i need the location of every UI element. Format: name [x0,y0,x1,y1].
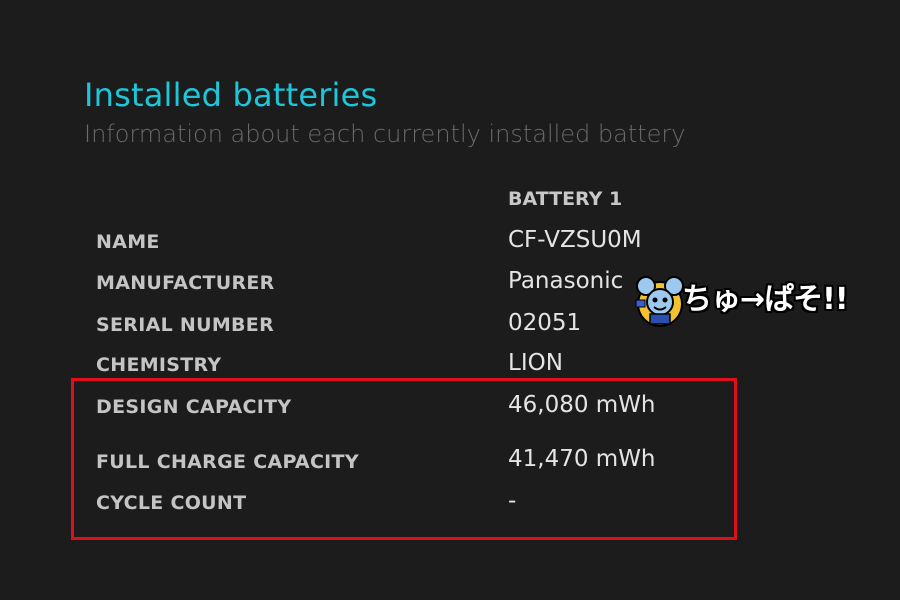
page-subtitle: Information about each currently install… [84,120,686,148]
row-label-chemistry: CHEMISTRY [96,354,222,376]
page-title: Installed batteries [84,76,378,114]
row-value-chemistry: LION [508,350,563,376]
sticker-text: ちゅ→ぱそ!! [682,282,848,317]
row-label-manufacturer: MANUFACTURER [96,272,275,294]
row-value-manufacturer: Panasonic [508,268,624,294]
sticker-overlay: ちゅ→ぱそ!! [634,268,874,332]
mouse-mascot-icon [635,276,684,327]
row-label-name: NAME [96,231,160,253]
row-value-serial-number: 02051 [508,310,582,336]
row-value-name: CF-VZSU0M [508,227,642,253]
row-label-serial-number: SERIAL NUMBER [96,314,275,336]
highlight-box [71,378,737,540]
battery-column-header: BATTERY 1 [508,188,623,210]
